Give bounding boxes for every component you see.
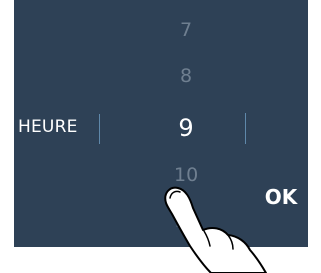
time-picker-screen: 7 8 HEURE 9 10 11 OK bbox=[14, 0, 308, 247]
selection-divider-left bbox=[99, 114, 100, 144]
selection-divider-right bbox=[245, 113, 246, 144]
ok-button[interactable]: OK bbox=[262, 184, 300, 210]
hour-label: HEURE bbox=[18, 117, 78, 137]
picker-value-selected[interactable]: 9 bbox=[172, 116, 200, 140]
picker-value-7[interactable]: 7 bbox=[174, 21, 198, 40]
picker-value-8[interactable]: 8 bbox=[174, 67, 198, 86]
picker-value-11[interactable]: 11 bbox=[174, 212, 198, 231]
picker-value-10[interactable]: 10 bbox=[174, 166, 198, 185]
